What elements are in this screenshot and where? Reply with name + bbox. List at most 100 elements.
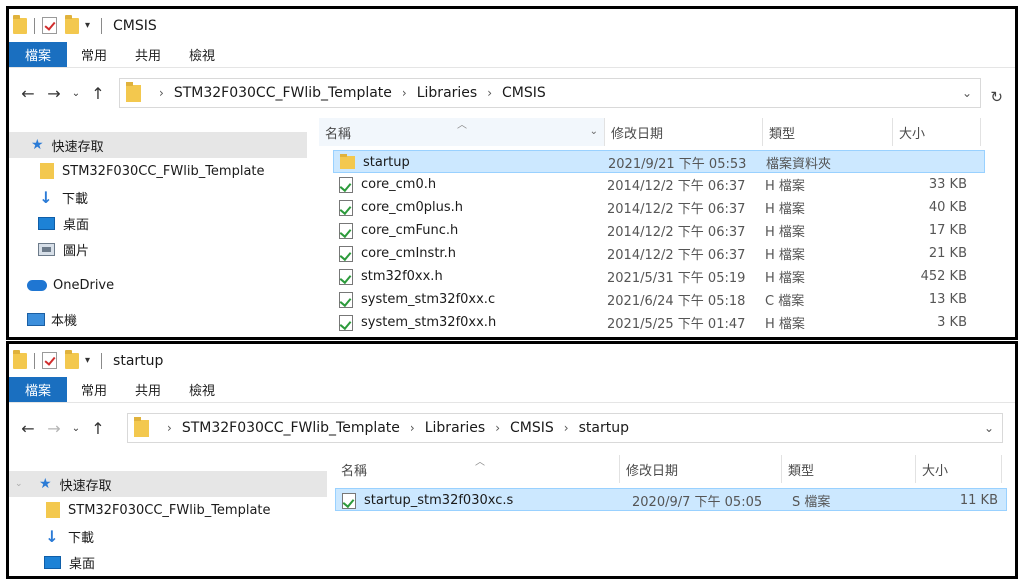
breadcrumb[interactable]: Libraries [425,420,485,436]
file-size [894,151,968,174]
nav-item-downloads[interactable]: ↓ 下載 [9,184,307,210]
file-row[interactable]: stm32f0xx.h 2021/5/31 下午 05:19 H 檔案 452 KB [333,265,985,288]
refresh-icon[interactable]: ↻ [990,88,1003,106]
folder-row[interactable]: startup 2021/9/21 下午 05:53 檔案資料夾 [333,150,985,173]
file-row[interactable]: core_cm0plus.h 2014/12/2 下午 06:37 H 檔案 40 K… [333,196,985,219]
title-bar: ▾ startup [9,344,1015,377]
column-header-date[interactable]: 修改日期 [620,455,782,483]
address-bar[interactable]: › STM32F030CC_FWlib_Template › Libraries… [119,78,981,108]
up-arrow-icon[interactable]: ↑ [85,84,111,103]
column-header-size[interactable]: 大小 [916,455,1002,483]
nav-item-project-folder[interactable]: STM32F030CC_FWlib_Template [9,497,327,523]
chevron-down-icon[interactable]: ⌄ [962,86,972,100]
nav-item-desktop[interactable]: 桌面 [9,549,327,575]
file-name-cell: startup [340,151,410,174]
column-header-size[interactable]: 大小 [893,118,981,146]
file-row[interactable]: core_cm0.h 2014/12/2 下午 06:37 H 檔案 33 KB [333,173,985,196]
file-type: H 檔案 [765,179,805,194]
cloud-icon [27,279,47,291]
tab-view[interactable]: 檢視 [175,42,229,67]
file-size: 17 KB [928,223,967,238]
file-type: H 檔案 [765,248,805,263]
nav-item-pictures[interactable]: 圖片 [9,236,307,262]
tab-home[interactable]: 常用 [67,377,121,402]
file-icon [339,291,353,308]
column-header-name[interactable]: 名稱 ︿ ⌄ [319,118,605,146]
properties-icon[interactable] [42,17,57,34]
tab-home[interactable]: 常用 [67,42,121,67]
file-list: 名稱 ︿ 修改日期 類型 大小 startup_stm32f030xc.s 202… [335,453,1015,576]
customize-quick-access-icon[interactable]: ▾ [85,355,90,366]
file-date: 2014/12/2 下午 06:37 [607,179,746,194]
chevron-down-icon[interactable]: ⌄ [15,479,23,489]
folder-icon [134,416,149,437]
tab-file[interactable]: 檔案 [9,377,68,402]
column-header-name[interactable]: 名稱 ︿ [335,455,620,483]
back-arrow-icon[interactable]: ← [15,84,41,103]
nav-item-label: 下載 [68,530,95,546]
forward-arrow-icon[interactable]: → [41,419,67,438]
nav-item-label: OneDrive [53,277,115,293]
file-row[interactable]: system_stm32f0xx.h 2021/5/25 下午 01:47 H 檔案… [333,311,985,334]
folder-icon[interactable] [13,349,27,369]
chevron-down-icon[interactable]: ⌄ [590,126,598,137]
nav-item-onedrive[interactable]: OneDrive [9,272,307,298]
nav-item-quick-access[interactable]: ★ 快速存取 [9,132,307,158]
tab-view[interactable]: 檢視 [175,377,229,402]
column-header-type[interactable]: 類型 [782,455,916,483]
column-header-label: 修改日期 [626,463,679,479]
back-arrow-icon[interactable]: ← [15,419,41,438]
properties-icon[interactable] [42,352,57,369]
folder-icon [126,81,141,102]
column-header-row: 名稱 ︿ 修改日期 類型 大小 [335,455,1015,483]
nav-item-downloads[interactable]: ↓ 下載 [9,523,327,549]
chevron-down-icon[interactable]: ⌄ [984,421,994,435]
new-folder-icon[interactable] [65,14,79,34]
folder-icon[interactable] [13,14,27,34]
folder-icon [340,154,355,169]
file-icon [339,245,353,262]
nav-item-this-pc[interactable]: 本機 [9,306,307,332]
up-arrow-icon[interactable]: ↑ [85,419,111,438]
column-header-type[interactable]: 類型 [763,118,893,146]
file-row[interactable]: system_stm32f0xx.c 2021/6/24 下午 05:18 C 檔案… [333,288,985,311]
breadcrumb[interactable]: startup [579,420,629,436]
file-row[interactable]: core_cmFunc.h 2014/12/2 下午 06:37 H 檔案 17 KB [333,219,985,242]
desktop-icon [44,555,61,569]
file-date: 2021/6/24 下午 05:18 [607,294,746,309]
breadcrumb[interactable]: STM32F030CC_FWlib_Template [174,85,392,101]
tab-share[interactable]: 共用 [121,42,175,67]
sort-ascending-icon: ︿ [457,120,467,131]
breadcrumb[interactable]: Libraries [417,85,477,101]
address-bar[interactable]: › STM32F030CC_FWlib_Template › Libraries… [127,413,1003,443]
chevron-right-icon: › [495,421,501,435]
recent-locations-icon[interactable]: ⌄ [67,88,85,99]
tab-share[interactable]: 共用 [121,377,175,402]
file-name-cell: system_stm32f0xx.h [339,311,496,334]
nav-item-project-folder[interactable]: STM32F030CC_FWlib_Template [9,158,307,184]
nav-item-label: 快速存取 [59,478,112,494]
file-icon [339,199,353,216]
column-header-date[interactable]: 修改日期 [605,118,763,146]
nav-item-label: 桌面 [63,217,90,233]
divider [101,352,103,369]
file-row[interactable]: startup_stm32f030xc.s 2020/9/7 下午 05:05 S … [335,488,1007,511]
ribbon-tabs: 檔案 常用 共用 檢視 [9,377,1015,403]
breadcrumb[interactable]: CMSIS [510,420,554,436]
tab-file[interactable]: 檔案 [9,42,68,67]
file-row[interactable]: core_cmInstr.h 2014/12/2 下午 06:37 H 檔案 21 K… [333,242,985,265]
nav-item-quick-access[interactable]: ⌄ ★ 快速存取 [9,471,327,497]
file-type: H 檔案 [765,202,805,217]
recent-locations-icon[interactable]: ⌄ [67,423,85,434]
nav-item-desktop[interactable]: 桌面 [9,210,307,236]
forward-arrow-icon[interactable]: → [41,84,67,103]
file-size: 452 KB [920,269,967,284]
breadcrumb[interactable]: CMSIS [502,85,546,101]
breadcrumb[interactable]: STM32F030CC_FWlib_Template [182,420,400,436]
file-type: H 檔案 [765,271,805,286]
computer-icon [27,312,45,326]
customize-quick-access-icon[interactable]: ▾ [85,20,90,31]
new-folder-icon[interactable] [65,349,79,369]
title-bar: ▾ CMSIS [9,9,1015,42]
chevron-right-icon: › [401,86,407,100]
